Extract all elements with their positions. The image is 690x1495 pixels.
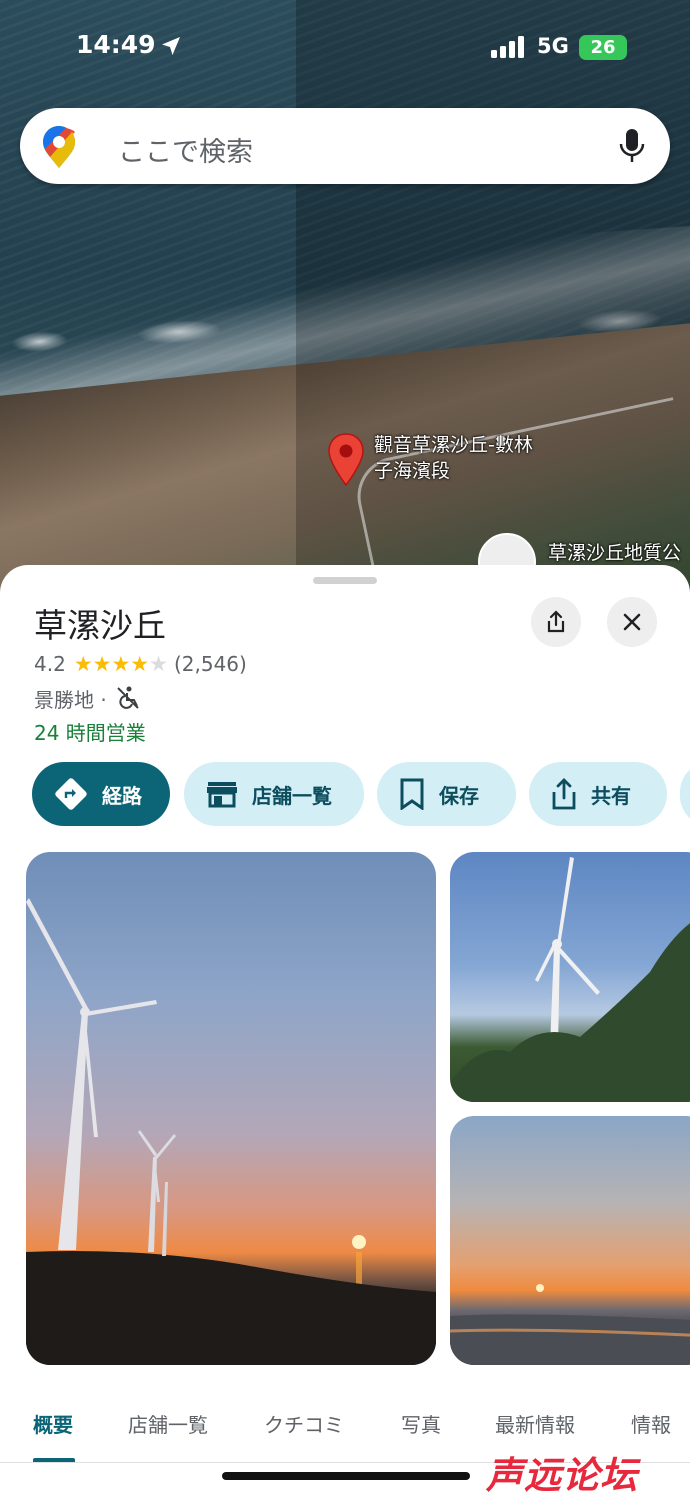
home-indicator[interactable]	[222, 1472, 470, 1480]
location-arrow-icon	[162, 37, 180, 55]
sunset-beach-image	[450, 1284, 690, 1365]
storefront-icon	[207, 782, 237, 808]
review-count: (2,546)	[173, 652, 247, 676]
star-rating: ★ ★ ★ ★ ★	[73, 651, 168, 676]
no-wheelchair-access-icon	[117, 686, 139, 709]
save-label: 保存	[439, 783, 479, 808]
star-icon: ★	[73, 651, 93, 676]
photo-main[interactable]	[26, 852, 436, 1365]
rating-row[interactable]: 4.2 ★ ★ ★ ★ ★ (2,546)	[34, 649, 247, 679]
tab-overview[interactable]: 概要	[33, 1409, 73, 1438]
tab-store-list[interactable]: 店舗一覧	[128, 1409, 208, 1438]
status-time: 14:49	[76, 30, 156, 59]
pin-label[interactable]: 觀音草漯沙丘-數林子海濱段	[374, 432, 534, 484]
tab-reviews[interactable]: クチコミ	[264, 1409, 344, 1438]
action-chips: 経路 店舗一覧 保存 共有	[32, 762, 690, 828]
drag-handle[interactable]	[313, 577, 377, 584]
share-button[interactable]	[531, 597, 581, 647]
share-icon	[552, 778, 576, 810]
tab-info[interactable]: 情報	[631, 1409, 671, 1438]
signal-icon	[491, 36, 524, 58]
open-hours[interactable]: 24 時間営業	[34, 717, 146, 746]
close-icon	[623, 613, 641, 631]
microphone-icon[interactable]	[618, 128, 646, 164]
rating-value: 4.2	[34, 652, 66, 676]
search-bar[interactable]: ここで検索	[20, 108, 670, 184]
watermark-text: 声远论坛	[486, 1454, 638, 1495]
star-icon: ★	[111, 651, 131, 676]
wind-turbine-image	[26, 898, 436, 1365]
photo-top-right[interactable]	[450, 852, 690, 1102]
place-category: 景勝地 ·	[34, 687, 107, 712]
category-row: 景勝地 ·	[34, 683, 141, 713]
place-sheet[interactable]: 草漯沙丘 4.2 ★ ★ ★ ★ ★ (2,546) 景勝地 · 24 時間営業…	[0, 565, 690, 1495]
place-title: 草漯沙丘	[34, 606, 166, 645]
star-icon: ★	[92, 651, 112, 676]
tab-photos[interactable]: 写真	[401, 1409, 441, 1438]
location-pin-icon[interactable]	[326, 432, 366, 488]
share-icon	[547, 610, 565, 633]
share-chip-button[interactable]: 共有	[529, 762, 667, 826]
store-list-button[interactable]: 店舗一覧	[184, 762, 364, 826]
share-label: 共有	[591, 783, 631, 808]
search-input[interactable]: ここで検索	[118, 130, 253, 169]
store-list-label: 店舗一覧	[252, 783, 332, 808]
bookmark-icon	[400, 778, 424, 810]
save-button[interactable]: 保存	[377, 762, 516, 826]
more-actions-chip[interactable]	[680, 762, 690, 826]
active-tab-indicator	[33, 1458, 75, 1462]
battery-indicator: 26	[579, 35, 627, 60]
directions-icon	[55, 778, 87, 810]
tab-updates[interactable]: 最新情報	[495, 1409, 575, 1438]
directions-label: 経路	[102, 783, 142, 808]
close-button[interactable]	[607, 597, 657, 647]
photo-bottom-right[interactable]	[450, 1116, 690, 1365]
wind-turbine-image	[450, 857, 690, 1102]
network-type: 5G	[537, 34, 569, 58]
star-icon: ★	[149, 651, 168, 676]
status-bar: 14:49 5G 26	[0, 0, 690, 96]
google-maps-logo-icon	[43, 126, 75, 168]
poi-label[interactable]: 草漯沙丘地質公	[548, 540, 681, 566]
directions-button[interactable]: 経路	[32, 762, 170, 826]
star-icon: ★	[130, 651, 150, 676]
map-view[interactable]: 觀音草漯沙丘-數林子海濱段 草漯沙丘地質公 14:49 5G 26 ここで検索	[0, 0, 690, 600]
